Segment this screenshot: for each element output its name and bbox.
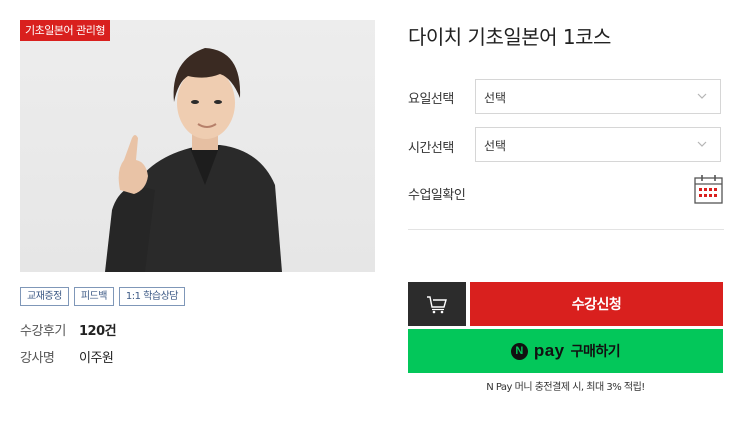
- day-select-value: 선택: [484, 91, 507, 105]
- product-badge: 기초일본어 관리형: [20, 20, 110, 41]
- tag-feedback: 피드백: [73, 287, 114, 306]
- time-select-value: 선택: [484, 139, 507, 153]
- chevron-down-icon: [697, 93, 707, 99]
- teacher-label: 강사명: [20, 351, 55, 366]
- cart-button[interactable]: [408, 282, 466, 326]
- reviews-row: 수강후기 120건: [20, 320, 117, 339]
- calendar-icon[interactable]: [694, 174, 723, 204]
- teacher-photo: [105, 48, 282, 272]
- time-select[interactable]: 선택: [475, 127, 721, 162]
- tag-gift-book: 교재증정: [20, 287, 69, 306]
- apply-button[interactable]: 수강신청: [470, 282, 723, 326]
- product-image: [20, 20, 375, 272]
- npay-buy-label: 구매하기: [570, 344, 621, 360]
- day-select[interactable]: 선택: [475, 79, 721, 114]
- teacher-row: 강사명 이주원: [20, 347, 114, 366]
- npay-pay-text: pay: [533, 341, 565, 360]
- tag-list: 교재증정 피드백 1:1 학습상담: [20, 287, 185, 306]
- reviews-value[interactable]: 120건: [79, 320, 117, 339]
- class-date-label: 수업일확인: [408, 188, 466, 203]
- tag-consulting: 1:1 학습상담: [118, 287, 185, 306]
- npay-logo-icon: N: [510, 342, 528, 360]
- npay-note: N Pay 머니 충전결제 시, 최대 3% 적립!: [486, 382, 645, 393]
- time-select-label: 시간선택: [408, 141, 454, 156]
- chevron-down-icon: [697, 141, 707, 147]
- day-select-label: 요일선택: [408, 92, 454, 107]
- npay-buy-button[interactable]: N pay 구매하기: [408, 329, 723, 373]
- options-divider: [408, 229, 724, 230]
- teacher-value: 이주원: [79, 351, 114, 366]
- cart-icon: [427, 296, 447, 314]
- reviews-label: 수강후기: [20, 324, 66, 339]
- product-title: 다이치 기초일본어 1코스: [408, 25, 611, 49]
